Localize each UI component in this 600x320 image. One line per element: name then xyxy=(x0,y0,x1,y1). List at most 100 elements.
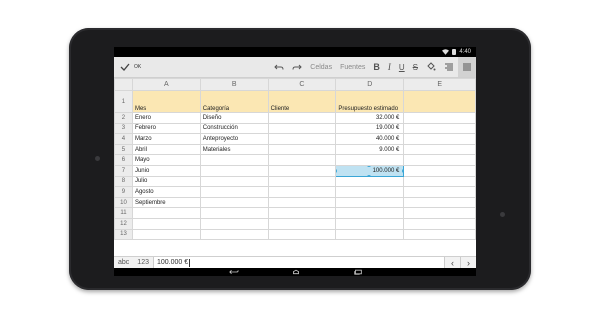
next-cell-button[interactable]: › xyxy=(460,257,476,268)
undo-button[interactable] xyxy=(270,57,288,77)
cell-c3[interactable] xyxy=(267,122,337,135)
cell-a2[interactable]: Enero xyxy=(131,112,201,124)
cell-a7[interactable]: Junio xyxy=(131,164,201,177)
row-header[interactable]: 4 xyxy=(114,133,133,145)
cell-d3[interactable]: 19.000 € xyxy=(335,122,405,135)
cell-d5[interactable]: 9.000 € xyxy=(335,143,405,156)
italic-button[interactable]: I xyxy=(384,57,395,77)
cell-c12[interactable] xyxy=(267,217,337,230)
row-header[interactable]: 9 xyxy=(114,186,133,198)
home-button[interactable] xyxy=(288,268,304,276)
row-header[interactable]: 5 xyxy=(114,143,133,156)
cell-d1[interactable]: Presupuesto estimado xyxy=(335,90,405,113)
cell-b6[interactable] xyxy=(199,154,269,166)
row-header[interactable]: 1 xyxy=(114,90,133,113)
fill-color-button[interactable] xyxy=(422,57,440,77)
cell-b11[interactable] xyxy=(199,207,269,219)
row-header[interactable]: 2 xyxy=(114,112,133,124)
bold-button[interactable]: B xyxy=(369,57,384,77)
select-all-corner[interactable] xyxy=(114,78,133,91)
column-header-a[interactable]: A xyxy=(131,78,201,91)
cell-e4[interactable] xyxy=(403,133,476,145)
cell-d11[interactable] xyxy=(335,207,405,219)
row-header[interactable]: 11 xyxy=(114,207,133,219)
cell-c9[interactable] xyxy=(267,186,337,198)
row-header[interactable]: 3 xyxy=(114,122,133,135)
cell-a13[interactable] xyxy=(131,228,201,241)
cell-e6[interactable] xyxy=(403,154,476,166)
cell-b2[interactable]: Diseño xyxy=(199,112,269,124)
cells-tab[interactable]: Celdas xyxy=(306,57,336,77)
cell-d10[interactable] xyxy=(335,196,405,209)
cell-a4[interactable]: Marzo xyxy=(131,133,201,145)
cell-b13[interactable] xyxy=(199,228,269,241)
previous-cell-button[interactable]: ‹ xyxy=(444,257,460,268)
cell-a8[interactable]: Julio xyxy=(131,175,201,188)
underline-button[interactable]: U xyxy=(395,57,409,77)
cell-c1[interactable]: Cliente xyxy=(267,90,337,113)
keyboard-mode-123[interactable]: 123 xyxy=(133,257,153,268)
cell-d7-selected[interactable]: 100.000 € xyxy=(335,164,405,177)
cell-d9[interactable] xyxy=(335,186,405,198)
cell-e13[interactable] xyxy=(403,228,476,241)
cell-a10[interactable]: Septiembre xyxy=(131,196,201,209)
cell-c8[interactable] xyxy=(267,175,337,188)
cell-b8[interactable] xyxy=(199,175,269,188)
cell-d4[interactable]: 40.000 € xyxy=(335,133,405,145)
column-header-e[interactable]: E xyxy=(403,78,476,91)
cell-a6[interactable]: Mayo xyxy=(131,154,201,166)
cell-e12[interactable] xyxy=(403,217,476,230)
row-header[interactable]: 7 xyxy=(114,164,133,177)
cell-b3[interactable]: Construcción xyxy=(199,122,269,135)
cell-c2[interactable] xyxy=(267,112,337,124)
cell-e11[interactable] xyxy=(403,207,476,219)
formula-input[interactable]: 100.000 € xyxy=(152,257,444,268)
fonts-tab[interactable]: Fuentes xyxy=(336,57,369,77)
cell-b7[interactable] xyxy=(199,164,269,177)
cell-b5[interactable]: Materiales xyxy=(199,143,269,156)
selection-handle-right[interactable] xyxy=(402,168,403,173)
row-header[interactable]: 8 xyxy=(114,175,133,188)
cell-e9[interactable] xyxy=(403,186,476,198)
cell-a1[interactable]: Mes xyxy=(131,90,201,113)
row-header[interactable]: 10 xyxy=(114,196,133,209)
redo-button[interactable] xyxy=(288,57,306,77)
cell-e3[interactable] xyxy=(403,122,476,135)
cell-a11[interactable] xyxy=(131,207,201,219)
keyboard-mode-abc[interactable]: abc xyxy=(114,257,133,268)
cell-e1[interactable] xyxy=(403,90,476,113)
row-header[interactable]: 13 xyxy=(114,228,133,241)
cell-d12[interactable] xyxy=(335,217,405,230)
done-button[interactable]: OK xyxy=(114,57,141,77)
selection-handle-top[interactable] xyxy=(367,166,372,167)
strikethrough-button[interactable]: S xyxy=(409,57,422,77)
cell-e5[interactable] xyxy=(403,143,476,156)
cell-c5[interactable] xyxy=(267,143,337,156)
cell-e2[interactable] xyxy=(403,112,476,124)
column-header-d[interactable]: D xyxy=(335,78,405,91)
selection-handle-left[interactable] xyxy=(336,168,338,173)
cell-d8[interactable] xyxy=(335,175,405,188)
column-header-b[interactable]: B xyxy=(199,78,269,91)
column-header-c[interactable]: C xyxy=(267,78,337,91)
cell-d2[interactable]: 32.000 € xyxy=(335,112,405,124)
cell-a9[interactable]: Agosto xyxy=(131,186,201,198)
recents-button[interactable] xyxy=(350,268,366,276)
cell-c7[interactable] xyxy=(267,164,337,177)
cell-c13[interactable] xyxy=(267,228,337,241)
spreadsheet-grid[interactable]: A B C D E 1 Mes Categoría Cliente Presup… xyxy=(114,78,476,256)
cell-d13[interactable] xyxy=(335,228,405,241)
cell-d6[interactable] xyxy=(335,154,405,166)
cell-c10[interactable] xyxy=(267,196,337,209)
row-header[interactable]: 12 xyxy=(114,217,133,230)
cell-c4[interactable] xyxy=(267,133,337,145)
cell-e8[interactable] xyxy=(403,175,476,188)
row-header[interactable]: 6 xyxy=(114,154,133,166)
cell-e7[interactable] xyxy=(403,164,476,177)
selection-handle-bottom[interactable] xyxy=(367,174,372,176)
align-button[interactable] xyxy=(440,57,458,77)
cell-c11[interactable] xyxy=(267,207,337,219)
cell-b4[interactable]: Anteproyecto xyxy=(199,133,269,145)
cell-b1[interactable]: Categoría xyxy=(199,90,269,113)
back-button[interactable] xyxy=(226,268,242,276)
